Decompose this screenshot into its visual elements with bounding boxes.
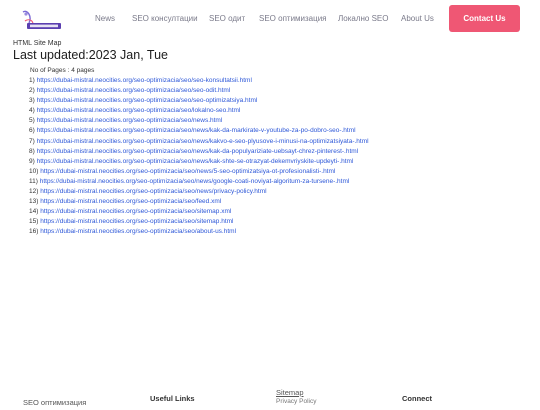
list-item-number: 2)	[29, 87, 37, 95]
list-item: 1) https://dubai-mistral.neocities.org/s…	[29, 76, 369, 86]
sitemap-link[interactable]: https://dubai-mistral.neocities.org/seo-…	[37, 77, 252, 84]
list-item-number: 3)	[29, 97, 37, 105]
list-item-number: 16)	[29, 228, 41, 236]
sitemap-link[interactable]: https://dubai-mistral.neocities.org/seo-…	[40, 198, 221, 205]
sitemap-link[interactable]: https://dubai-mistral.neocities.org/seo-…	[40, 218, 233, 225]
footer-sitemap: Sitemap Privacy Policy	[276, 388, 316, 405]
list-item: 15) https://dubai-mistral.neocities.org/…	[29, 217, 369, 227]
footer-privacy-policy-link[interactable]: Privacy Policy	[276, 398, 316, 405]
footer-connect: Connect	[402, 388, 432, 406]
nav-seo-consulting[interactable]: SEO консултации	[132, 14, 198, 23]
list-item-number: 8)	[29, 147, 37, 155]
pages-count: No of Pages : 4 pages	[30, 67, 95, 74]
site-logo[interactable]	[20, 9, 62, 31]
list-item-number: 14)	[29, 208, 41, 216]
nav-local-seo[interactable]: Локално SEO	[338, 14, 388, 23]
footer-useful-links: Useful Links	[150, 388, 195, 406]
sitemap-link[interactable]: https://dubai-mistral.neocities.org/seo-…	[37, 148, 359, 155]
page-title: Last updated:2023 Jan, Tue	[13, 48, 168, 62]
list-item: 5) https://dubai-mistral.neocities.org/s…	[29, 116, 369, 126]
footer-sitemap-link[interactable]: Sitemap	[276, 388, 316, 397]
nav-about-us[interactable]: About Us	[401, 14, 434, 23]
sitemap-link[interactable]: https://dubai-mistral.neocities.org/seo-…	[40, 178, 350, 185]
sitemap-link[interactable]: https://dubai-mistral.neocities.org/seo-…	[40, 168, 335, 175]
list-item: 11) https://dubai-mistral.neocities.org/…	[29, 177, 369, 187]
list-item: 2) https://dubai-mistral.neocities.org/s…	[29, 86, 369, 96]
list-item-number: 7)	[29, 137, 37, 145]
list-item-number: 12)	[29, 188, 41, 196]
logo-mark-icon	[22, 10, 61, 29]
sitemap-link[interactable]: https://dubai-mistral.neocities.org/seo-…	[40, 208, 231, 215]
footer-useful-links-heading: Useful Links	[150, 394, 195, 403]
sitemap-link[interactable]: https://dubai-mistral.neocities.org/seo-…	[37, 158, 354, 165]
contact-us-button[interactable]: Contact Us	[449, 5, 520, 32]
list-item-number: 15)	[29, 218, 41, 226]
sitemap-link[interactable]: https://dubai-mistral.neocities.org/seo-…	[37, 138, 369, 145]
site-footer: SEO оптимизация Useful Links Sitemap Pri…	[0, 380, 540, 407]
list-item: 10) https://dubai-mistral.neocities.org/…	[29, 167, 369, 177]
list-item: 8) https://dubai-mistral.neocities.org/s…	[29, 147, 369, 157]
list-item-number: 5)	[29, 117, 37, 125]
list-item: 7) https://dubai-mistral.neocities.org/s…	[29, 137, 369, 147]
list-item-number: 1)	[29, 77, 37, 84]
footer-connect-heading: Connect	[402, 394, 432, 403]
list-item: 12) https://dubai-mistral.neocities.org/…	[29, 187, 369, 197]
list-item: 6) https://dubai-mistral.neocities.org/s…	[29, 126, 369, 136]
footer-brand-text: SEO оптимизация	[23, 398, 87, 407]
sitemap-link-list: 1) https://dubai-mistral.neocities.org/s…	[29, 76, 369, 238]
list-item: 14) https://dubai-mistral.neocities.org/…	[29, 207, 369, 217]
footer-brand: SEO оптимизация	[23, 392, 86, 410]
list-item: 9) https://dubai-mistral.neocities.org/s…	[29, 157, 369, 167]
breadcrumb: HTML Site Map	[13, 40, 62, 47]
sitemap-link[interactable]: https://dubai-mistral.neocities.org/seo-…	[37, 87, 231, 94]
list-item: 16) https://dubai-mistral.neocities.org/…	[29, 227, 369, 237]
list-item: 4) https://dubai-mistral.neocities.org/s…	[29, 106, 369, 116]
sitemap-link[interactable]: https://dubai-mistral.neocities.org/seo-…	[37, 107, 241, 114]
list-item: 3) https://dubai-mistral.neocities.org/s…	[29, 96, 369, 106]
sitemap-link[interactable]: https://dubai-mistral.neocities.org/seo-…	[37, 117, 223, 124]
nav-seo-optimization[interactable]: SEO оптимизация	[259, 14, 327, 23]
sitemap-link[interactable]: https://dubai-mistral.neocities.org/seo-…	[37, 127, 356, 134]
list-item-number: 13)	[29, 198, 41, 206]
sitemap-link[interactable]: https://dubai-mistral.neocities.org/seo-…	[37, 97, 258, 104]
list-item-number: 6)	[29, 127, 37, 135]
sitemap-link[interactable]: https://dubai-mistral.neocities.org/seo-…	[40, 188, 266, 195]
list-item-number: 9)	[29, 157, 37, 165]
sitemap-link[interactable]: https://dubai-mistral.neocities.org/seo-…	[40, 228, 236, 235]
nav-news[interactable]: News	[95, 14, 115, 23]
site-header: News SEO консултации SEO одит SEO оптими…	[0, 0, 540, 40]
nav-seo-audit[interactable]: SEO одит	[209, 14, 245, 23]
list-item: 13) https://dubai-mistral.neocities.org/…	[29, 197, 369, 207]
list-item-number: 11)	[29, 177, 40, 185]
list-item-number: 10)	[29, 167, 41, 175]
list-item-number: 4)	[29, 107, 37, 115]
